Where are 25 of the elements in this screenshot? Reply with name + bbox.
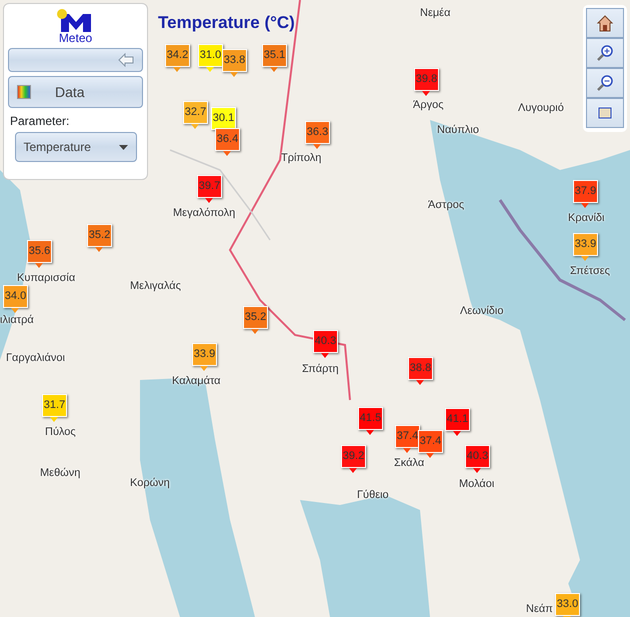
place-label: Κρανίδι [568, 211, 604, 226]
place-label: Κορώνη [130, 476, 170, 491]
map-title: Temperature (°C) [158, 12, 295, 34]
place-label: Ναύπλιο [437, 123, 479, 138]
place-label: Άργος [413, 98, 444, 113]
place-label: Κυπαρισσία [17, 271, 76, 286]
place-label: Τρίπολη [281, 151, 322, 166]
place-label: Πύλος [45, 425, 76, 440]
place-label: ιλιατρά [0, 313, 34, 328]
place-label: Σπάρτη [302, 362, 339, 377]
place-label: Νεμέα [420, 6, 450, 21]
place-label: Σπέτσες [570, 264, 610, 279]
place-label: Λυγουριό [518, 101, 564, 116]
place-label: Νεάπ [526, 602, 553, 617]
place-label: Μολάοι [459, 477, 494, 492]
place-label: Μεθώνη [40, 466, 80, 481]
logo-text: Meteo [58, 32, 92, 44]
place-label: Άστρος [428, 198, 464, 213]
place-label: Μελιγαλάς [130, 279, 181, 294]
place-label: Γαργαλιάνοι [6, 351, 65, 366]
place-label: Γύθειο [357, 488, 389, 503]
place-label: Μεγαλόπολη [173, 206, 236, 221]
place-label: Καλαμάτα [172, 374, 221, 389]
parameter-label: Parameter: [10, 113, 70, 130]
place-label: Λεωνίδιο [460, 304, 504, 319]
